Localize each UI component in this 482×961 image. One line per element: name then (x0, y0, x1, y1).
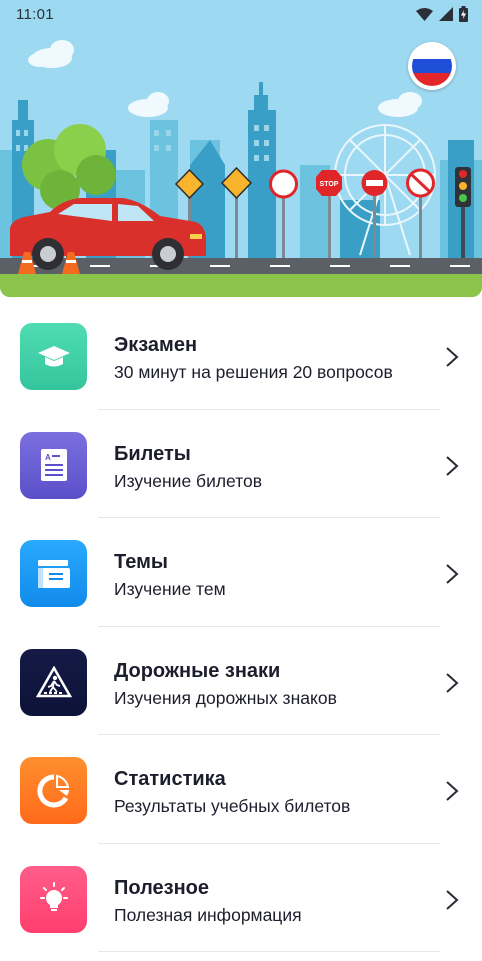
menu-item-exam[interactable]: Экзамен 30 минут на решения 20 вопросов (0, 301, 482, 410)
menu-item-subtitle: Полезная информация (114, 904, 302, 925)
menu-item-title: Темы (114, 551, 168, 573)
menu-tile-tickets: A (20, 431, 87, 499)
flag-stripe-white (412, 46, 452, 60)
flag-stripe-blue (412, 59, 452, 73)
chevron-right-icon (446, 347, 459, 367)
flag-stripe-red (412, 72, 452, 86)
hero-illustration: STOP (0, 0, 482, 297)
menu-tile-statistics (20, 757, 87, 824)
pie-chart-icon (36, 773, 69, 807)
menu-item-tickets[interactable]: A Билеты Изучение билетов (0, 410, 482, 518)
chevron-right-icon (446, 455, 459, 476)
cloud-icon (28, 40, 422, 117)
menu-item-title: Статистика (114, 768, 226, 790)
menu-tile-exam (20, 323, 87, 390)
pedestrian-crossing-sign-icon (35, 666, 72, 698)
chevron-right-icon (446, 564, 459, 584)
lightbulb-icon (39, 882, 68, 911)
menu-item-useful[interactable]: Полезное Полезная информация (0, 844, 482, 952)
status-icons (416, 6, 468, 22)
menu-item-title: Полезное (114, 876, 210, 899)
menu-item-subtitle: Изучения дорожных знаков (114, 687, 337, 708)
svg-text:A: A (45, 453, 51, 462)
menu-item-topics[interactable]: Темы Изучение тем (0, 518, 482, 627)
menu-tile-useful (20, 865, 87, 933)
russian-flag-icon (412, 46, 452, 86)
wifi-icon (416, 7, 433, 21)
graduation-cap-icon (37, 345, 70, 366)
language-flag-button[interactable] (408, 42, 456, 90)
menu-item-subtitle: Изучение билетов (114, 470, 263, 491)
battery-charging-icon (459, 6, 468, 22)
menu-item-title: Экзамен (114, 334, 198, 356)
city-scene-illustration: STOP (0, 40, 482, 297)
topics-folder-icon (37, 559, 70, 588)
chevron-right-icon (446, 889, 459, 910)
menu-item-title: Билеты (114, 442, 191, 465)
ticket-document-icon: A (40, 449, 67, 481)
divider (98, 951, 440, 952)
menu-item-subtitle: Изучение тем (114, 579, 226, 599)
menu-tile-road-signs (20, 648, 87, 716)
svg-text:STOP: STOP (320, 181, 339, 188)
cellular-signal-icon (439, 7, 453, 21)
chevron-right-icon (446, 672, 459, 693)
chevron-right-icon (446, 781, 459, 801)
menu-item-road-signs[interactable]: Дорожные знаки Изучения дорожных знаков (0, 627, 482, 735)
menu-item-title: Дорожные знаки (114, 659, 281, 682)
status-time: 11:01 (16, 6, 54, 23)
menu-tile-topics (20, 540, 87, 607)
menu-item-subtitle: Результаты учебных билетов (114, 796, 351, 816)
status-bar: 11:01 (0, 0, 482, 30)
main-menu: Экзамен 30 минут на решения 20 вопросов … (0, 301, 482, 952)
menu-item-statistics[interactable]: Статистика Результаты учебных билетов (0, 735, 482, 844)
menu-item-subtitle: 30 минут на решения 20 вопросов (114, 362, 393, 382)
